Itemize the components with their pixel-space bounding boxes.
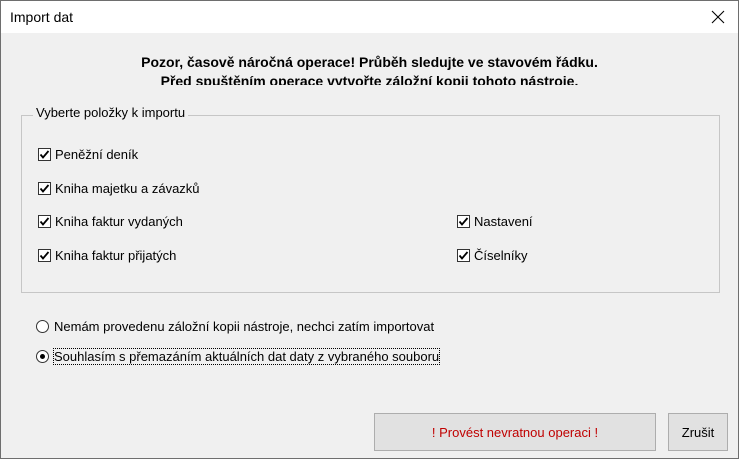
checkbox-ciselniky[interactable]: Číselníky	[457, 248, 527, 263]
checkbox-nastaveni[interactable]: Nastavení	[457, 214, 533, 229]
checkmark-icon	[39, 150, 50, 159]
checkmark-icon	[39, 184, 50, 193]
checkbox-box[interactable]	[457, 249, 470, 262]
checkbox-kniha-faktur-prijatych[interactable]: Kniha faktur přijatých	[38, 248, 176, 263]
checkbox-box[interactable]	[38, 249, 51, 262]
radio-dot	[40, 354, 45, 359]
checkbox-kniha-majetku[interactable]: Kniha majetku a závazků	[38, 181, 200, 196]
checkbox-label: Peněžní deník	[55, 147, 139, 162]
checkmark-icon	[39, 217, 50, 226]
checkbox-label: Číselníky	[474, 248, 528, 263]
dialog-title: Import dat	[10, 9, 74, 25]
checkbox-label: Kniha faktur vydaných	[55, 214, 183, 229]
checkbox-label: Kniha majetku a závazků	[55, 181, 200, 196]
radio-agree-overwrite[interactable]: Souhlasím s přemazáním aktuálních dat da…	[36, 348, 441, 365]
import-items-group	[21, 115, 720, 293]
import-dialog: Import dat Pozor, časově náročná operace…	[0, 0, 739, 459]
radio-label: Souhlasím s přemazáním aktuálních dat da…	[52, 348, 441, 365]
close-icon	[711, 10, 725, 24]
checkbox-box[interactable]	[38, 182, 51, 195]
radio-label: Nemám provedenu záložní kopii nástroje, …	[54, 319, 435, 334]
radio-circle[interactable]	[36, 350, 49, 363]
checkmark-icon	[458, 217, 469, 226]
close-button[interactable]	[698, 1, 738, 33]
checkmark-icon	[39, 251, 50, 260]
checkmark-icon	[458, 251, 469, 260]
warning-message: Pozor, časově náročná operace! Průběh sl…	[1, 53, 738, 85]
execute-button[interactable]: ! Provést nevratnou operaci !	[374, 413, 656, 451]
group-legend: Vyberte položky k importu	[33, 105, 189, 120]
radio-no-backup[interactable]: Nemám provedenu záložní kopii nástroje, …	[36, 319, 434, 334]
checkbox-kniha-faktur-vydanych[interactable]: Kniha faktur vydaných	[38, 214, 183, 229]
checkbox-box[interactable]	[38, 215, 51, 228]
radio-circle[interactable]	[36, 320, 49, 333]
checkbox-label: Kniha faktur přijatých	[55, 248, 177, 263]
title-bar: Import dat	[1, 1, 738, 33]
cancel-button[interactable]: Zrušit	[668, 413, 728, 451]
checkbox-label: Nastavení	[474, 214, 533, 229]
warning-line-1: Pozor, časově náročná operace! Průběh sl…	[141, 54, 598, 70]
checkbox-box[interactable]	[38, 148, 51, 161]
checkbox-penezni-denik[interactable]: Peněžní deník	[38, 147, 138, 162]
checkbox-box[interactable]	[457, 215, 470, 228]
warning-line-2: Před spuštěním operace vytvořte záložní …	[160, 73, 579, 85]
